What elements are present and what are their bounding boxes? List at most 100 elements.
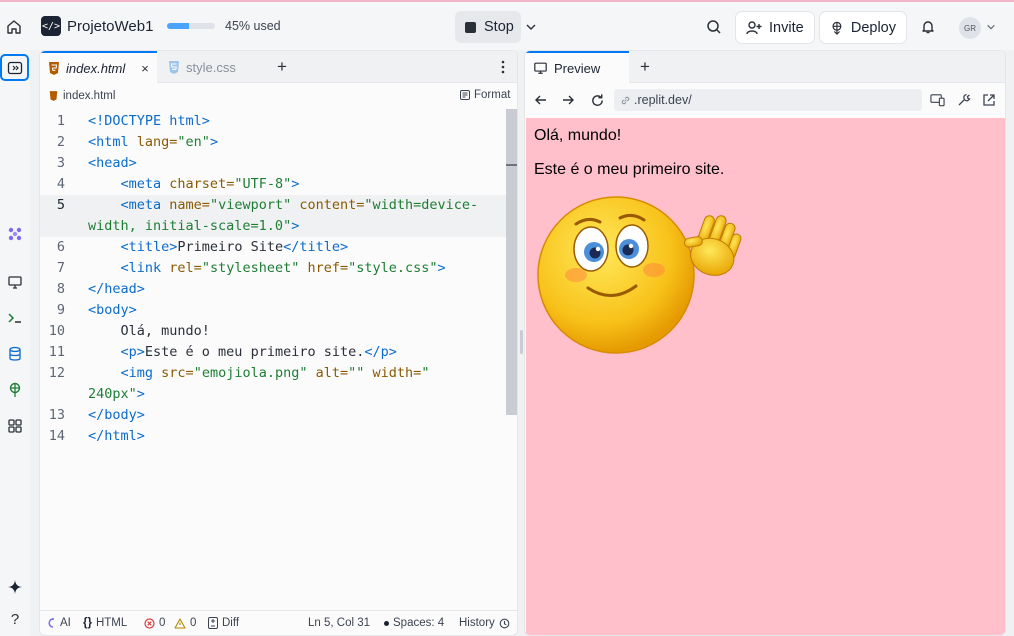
back-arrow-icon[interactable]	[533, 92, 549, 108]
page-paragraph: Este é o meu primeiro site.	[534, 161, 725, 178]
usage-progress-bar	[167, 23, 215, 29]
diff-button[interactable]: Diff	[208, 617, 239, 629]
deploy-label: Deploy	[850, 19, 896, 36]
database-icon[interactable]	[0, 342, 30, 366]
line-number: 4	[56, 176, 65, 192]
devtools-wrench-icon[interactable]	[956, 92, 972, 108]
code-line[interactable]: 2 <html lang="en">	[40, 132, 506, 153]
code-line[interactable]: 6 <title>Primeiro Site</title>	[40, 237, 506, 258]
error-count[interactable]: 0	[144, 617, 165, 629]
panel-resize-handle[interactable]	[520, 330, 523, 354]
assistant-sparkle-icon[interactable]	[0, 575, 30, 599]
code-text: </head>	[88, 281, 145, 297]
help-icon[interactable]: ?	[0, 607, 30, 631]
usage-text: 45% used	[225, 19, 281, 33]
new-tab-plus-icon[interactable]: +	[274, 57, 290, 76]
left-sidebar: ?	[0, 50, 30, 636]
deploy-button[interactable]: Deploy	[820, 12, 906, 43]
code-line[interactable]: 5 <meta name="viewport" content="width=d…	[40, 195, 506, 216]
device-toggle-icon[interactable]	[929, 92, 945, 108]
code-line[interactable]: 240px">	[40, 384, 506, 405]
monitor-icon[interactable]	[0, 270, 30, 294]
code-text: <body>	[88, 302, 137, 318]
agent-icon[interactable]	[0, 222, 30, 246]
code-line[interactable]: 10 Olá, mundo!	[40, 321, 506, 342]
tab-index-html[interactable]: index.html ×	[40, 51, 157, 83]
code-text: <html lang="en">	[88, 134, 219, 150]
preview-panel: Preview + .replit.dev/ Olá, mundo! Este …	[524, 50, 1006, 636]
add-user-icon	[746, 20, 762, 34]
cursor-position[interactable]: Ln 5, Col 31	[308, 617, 370, 629]
refresh-icon[interactable]	[589, 92, 605, 108]
code-line[interactable]: 13 </body>	[40, 405, 506, 426]
editor-tab-bar: index.html × style.css +	[40, 51, 517, 83]
code-text: <img src="emojiola.png" alt="" width="	[120, 365, 430, 381]
line-number: 3	[56, 155, 65, 171]
code-line[interactable]: 8 </head>	[40, 279, 506, 300]
error-icon	[144, 617, 155, 629]
url-input[interactable]: .replit.dev/	[614, 89, 922, 111]
code-text: width, initial-scale=1.0">	[88, 218, 300, 234]
ai-status[interactable]: AI	[46, 617, 71, 629]
monitor-icon	[534, 62, 547, 74]
new-tab-plus-icon[interactable]: +	[637, 57, 653, 76]
language-label: HTML	[95, 617, 128, 629]
deployments-icon[interactable]	[0, 378, 30, 402]
format-icon	[460, 90, 470, 100]
code-line[interactable]: 11 <p>Este é o meu primeiro site.</p>	[40, 342, 506, 363]
forward-arrow-icon[interactable]	[560, 92, 576, 108]
code-line[interactable]: 7 <link rel="stylesheet" href="style.css…	[40, 258, 506, 279]
more-options-icon[interactable]	[496, 59, 510, 75]
ai-label: AI	[60, 617, 71, 629]
warning-count-value: 0	[190, 617, 197, 629]
code-text: <meta name="viewport" content="width=dev…	[120, 197, 479, 213]
history-button[interactable]: History	[459, 617, 510, 629]
warning-icon	[174, 617, 186, 629]
notifications-bell-icon[interactable]	[918, 17, 938, 37]
breadcrumb-file[interactable]: index.html	[63, 90, 115, 102]
tab-preview[interactable]: Preview	[525, 51, 629, 83]
format-button[interactable]: Format	[460, 89, 510, 101]
warning-count[interactable]: 0	[174, 617, 196, 629]
line-number: 2	[56, 134, 65, 150]
indentation-label: Spaces: 4	[393, 617, 445, 629]
line-number: 11	[48, 344, 65, 360]
avatar[interactable]: GR	[959, 17, 981, 39]
all-tools-grid-icon[interactable]	[0, 414, 30, 438]
breadcrumb: index.html Format	[40, 83, 517, 109]
tab-label: Preview	[554, 60, 601, 76]
code-line[interactable]: 1 <!DOCTYPE html>	[40, 111, 506, 132]
code-line[interactable]: 4 <meta charset="UTF-8">	[40, 174, 506, 195]
code-line[interactable]: 14 </html>	[40, 426, 506, 447]
language-status[interactable]: {} HTML	[83, 617, 127, 629]
code-line[interactable]: 3 <head>	[40, 153, 506, 174]
run-options-chevron-down-icon[interactable]	[524, 19, 538, 35]
code-text: <title>Primeiro Site</title>	[120, 239, 349, 255]
invite-label: Invite	[769, 19, 804, 36]
account-chevron-down-icon[interactable]	[985, 21, 997, 33]
code-line[interactable]: 12 <img src="emojiola.png" alt="" width=…	[40, 363, 506, 384]
search-icon[interactable]	[704, 17, 724, 37]
stop-button[interactable]: Stop	[455, 11, 521, 43]
scroll-marker	[506, 164, 517, 166]
deploy-icon	[832, 21, 842, 35]
close-icon[interactable]: ×	[141, 61, 149, 76]
tab-style-css[interactable]: style.css	[160, 51, 260, 83]
code-text: 240px">	[88, 386, 145, 402]
code-line[interactable]: width, initial-scale=1.0">	[40, 216, 506, 237]
code-line[interactable]: 9 <body>	[40, 300, 506, 321]
code-area[interactable]: 1 <!DOCTYPE html> 2 <html lang="en"> 3 <head>…	[40, 111, 506, 447]
indentation-setting[interactable]: Spaces: 4	[384, 617, 444, 629]
editor-scrollbar[interactable]	[506, 109, 517, 415]
home-icon[interactable]	[4, 17, 24, 37]
file-tree-toggle-icon[interactable]	[0, 54, 29, 81]
code-text: <meta charset="UTF-8">	[120, 176, 300, 192]
code-text: <!DOCTYPE html>	[88, 113, 210, 129]
cursor-position-value: Ln 5, Col 31	[308, 617, 371, 629]
open-in-new-tab-icon[interactable]	[981, 92, 997, 108]
invite-button[interactable]: Invite	[736, 12, 814, 43]
project-name[interactable]: ProjetoWeb1	[67, 18, 153, 35]
line-number: 12	[48, 365, 65, 381]
console-icon[interactable]	[0, 306, 30, 330]
history-icon	[499, 618, 510, 628]
